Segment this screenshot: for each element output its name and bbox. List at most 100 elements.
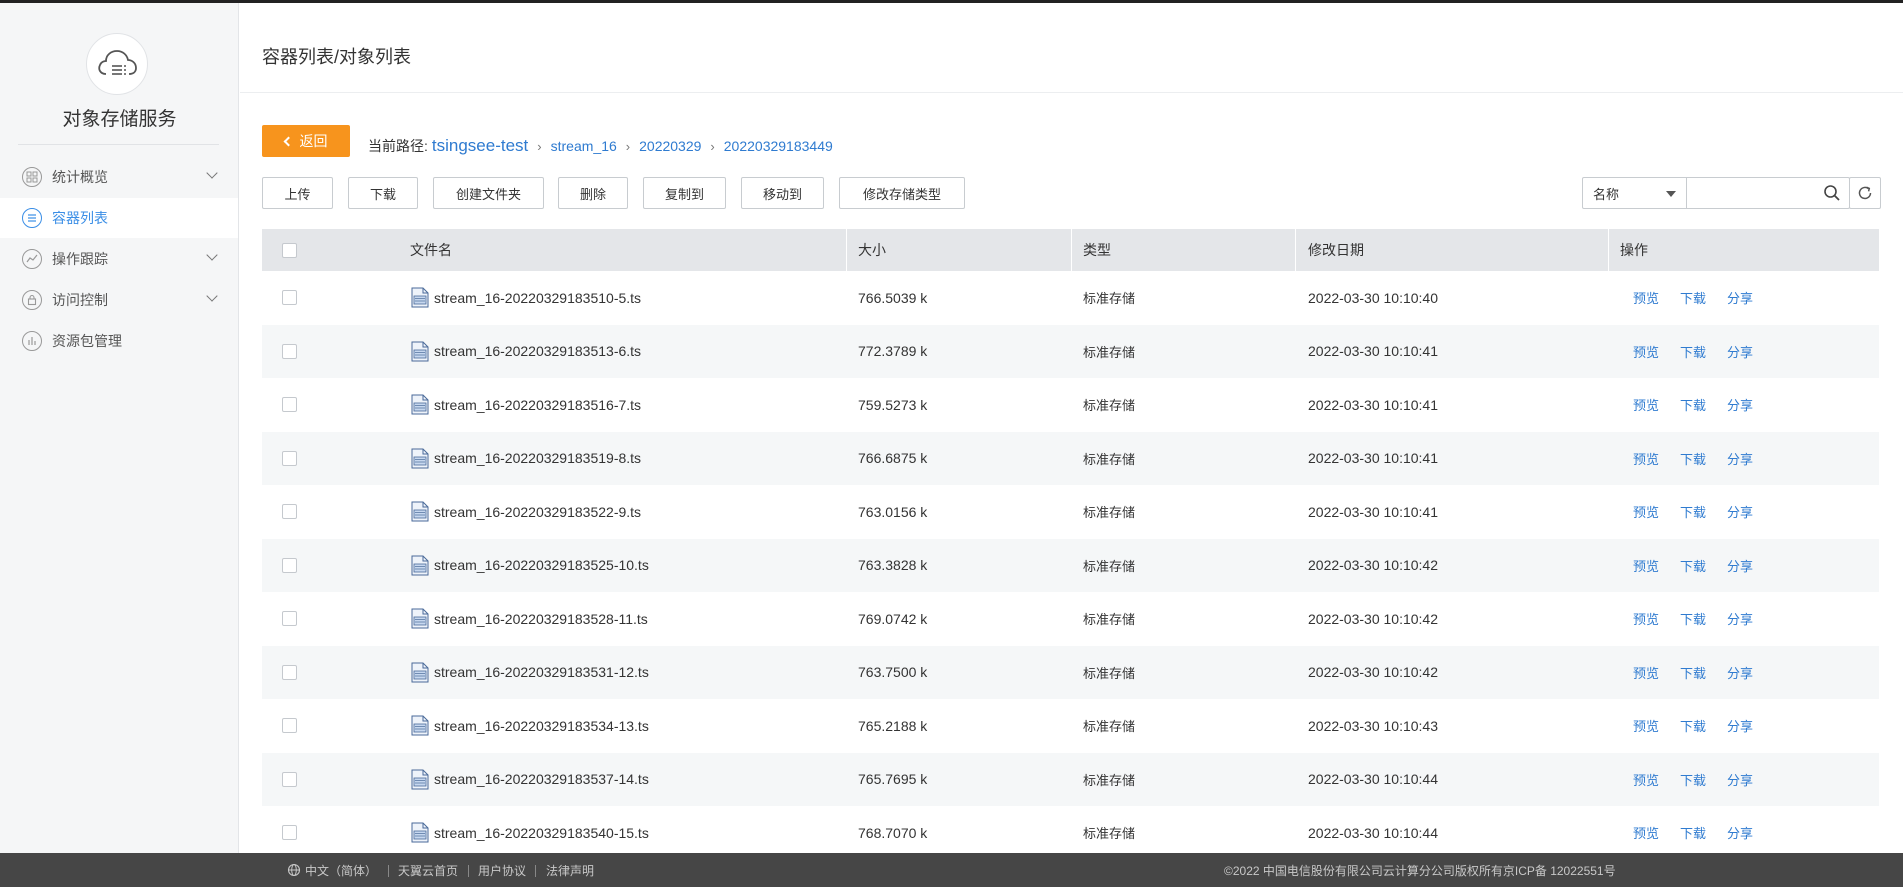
row-checkbox[interactable] xyxy=(282,611,297,626)
breadcrumb-link[interactable]: 20220329 xyxy=(639,138,701,154)
sidebar-item-overview[interactable]: 统计概览 xyxy=(0,157,238,197)
search-input[interactable] xyxy=(1688,178,1818,208)
table-row[interactable]: stream_16-20220329183531-12.ts 763.7500 k… xyxy=(262,645,1879,699)
preview-link[interactable]: 预览 xyxy=(1633,342,1659,361)
sidebar-item-trace[interactable]: 操作跟踪 xyxy=(0,239,238,279)
download-link[interactable]: 下载 xyxy=(1680,502,1706,521)
search-field-select[interactable]: 名称 xyxy=(1583,178,1687,208)
upload-button[interactable]: 上传 xyxy=(262,177,333,209)
share-link[interactable]: 分享 xyxy=(1727,342,1753,361)
share-link[interactable]: 分享 xyxy=(1727,556,1753,575)
download-button[interactable]: 下载 xyxy=(348,177,418,209)
row-checkbox[interactable] xyxy=(282,504,297,519)
back-button[interactable]: 返回 xyxy=(262,125,350,157)
table-row[interactable]: stream_16-20220329183537-14.ts 765.7695 k… xyxy=(262,752,1879,806)
table-row[interactable]: stream_16-20220329183516-7.ts 759.5273 k 标… xyxy=(262,378,1879,431)
copy-to-button[interactable]: 复制到 xyxy=(643,177,726,209)
footer-link-legal[interactable]: 法律声明 xyxy=(546,853,594,887)
change-storage-type-button[interactable]: 修改存储类型 xyxy=(839,177,965,209)
download-link[interactable]: 下载 xyxy=(1680,770,1706,789)
preview-link[interactable]: 预览 xyxy=(1633,770,1659,789)
file-icon xyxy=(411,394,429,415)
table-row[interactable]: stream_16-20220329183522-9.ts 763.0156 k 标… xyxy=(262,485,1879,538)
download-link[interactable]: 下载 xyxy=(1680,663,1706,682)
download-link[interactable]: 下载 xyxy=(1680,449,1706,468)
table-row[interactable]: stream_16-20220329183510-5.ts 766.5039 k 标… xyxy=(262,271,1879,324)
share-link[interactable]: 分享 xyxy=(1727,609,1753,628)
download-link[interactable]: 下载 xyxy=(1680,823,1706,842)
table-row[interactable]: stream_16-20220329183528-11.ts 769.0742 k… xyxy=(262,592,1879,645)
share-link[interactable]: 分享 xyxy=(1727,502,1753,521)
file-name-cell[interactable]: stream_16-20220329183537-14.ts xyxy=(410,753,649,806)
sidebar-item-packages[interactable]: 资源包管理 xyxy=(0,321,238,361)
preview-link[interactable]: 预览 xyxy=(1633,449,1659,468)
download-link[interactable]: 下载 xyxy=(1680,395,1706,414)
file-name-cell[interactable]: stream_16-20220329183528-11.ts xyxy=(410,592,648,645)
download-link[interactable]: 下载 xyxy=(1680,609,1706,628)
select-all-checkbox[interactable] xyxy=(282,242,297,258)
table-row[interactable]: stream_16-20220329183519-8.ts 766.6875 k 标… xyxy=(262,431,1879,485)
create-folder-button[interactable]: 创建文件夹 xyxy=(433,177,544,209)
download-link[interactable]: 下载 xyxy=(1680,342,1706,361)
sidebar-item-containers[interactable]: 容器列表 xyxy=(0,198,238,238)
preview-link[interactable]: 预览 xyxy=(1633,716,1659,735)
row-checkbox[interactable] xyxy=(282,450,297,466)
row-checkbox[interactable] xyxy=(282,290,297,305)
column-header-size[interactable]: 大小 xyxy=(858,229,886,271)
row-checkbox[interactable] xyxy=(282,718,297,733)
row-checkbox[interactable] xyxy=(282,557,297,573)
preview-link[interactable]: 预览 xyxy=(1633,288,1659,307)
share-link[interactable]: 分享 xyxy=(1727,823,1753,842)
download-link[interactable]: 下载 xyxy=(1680,716,1706,735)
file-name-cell[interactable]: stream_16-20220329183510-5.ts xyxy=(410,271,641,324)
footer-link-home[interactable]: 天翼云首页 xyxy=(398,853,458,887)
row-checkbox[interactable] xyxy=(282,825,297,840)
column-header-name[interactable]: 文件名 xyxy=(410,229,452,271)
preview-link[interactable]: 预览 xyxy=(1633,502,1659,521)
file-name-cell[interactable]: stream_16-20220329183522-9.ts xyxy=(410,485,641,538)
breadcrumb-root-link[interactable]: tsingsee-test xyxy=(432,136,528,156)
row-checkbox[interactable] xyxy=(282,771,297,787)
modified-date: 2022-03-30 10:10:41 xyxy=(1308,450,1438,466)
preview-link[interactable]: 预览 xyxy=(1633,556,1659,575)
table-row[interactable]: stream_16-20220329183525-10.ts 763.3828 k… xyxy=(262,538,1879,592)
file-name-cell[interactable]: stream_16-20220329183525-10.ts xyxy=(410,539,649,592)
preview-link[interactable]: 预览 xyxy=(1633,663,1659,682)
search-icon[interactable] xyxy=(1823,184,1841,202)
column-header-modified[interactable]: 修改日期 xyxy=(1308,229,1364,271)
file-name-cell[interactable]: stream_16-20220329183540-15.ts xyxy=(410,806,649,859)
share-link[interactable]: 分享 xyxy=(1727,716,1753,735)
row-checkbox[interactable] xyxy=(282,397,297,412)
file-name-cell[interactable]: stream_16-20220329183516-7.ts xyxy=(410,378,641,431)
preview-link[interactable]: 预览 xyxy=(1633,609,1659,628)
language-switch[interactable]: 中文（简体） xyxy=(287,853,377,887)
share-link[interactable]: 分享 xyxy=(1727,449,1753,468)
row-checkbox[interactable] xyxy=(282,664,297,680)
breadcrumb-link[interactable]: stream_16 xyxy=(551,138,617,154)
download-link[interactable]: 下载 xyxy=(1680,288,1706,307)
sidebar-item-access-control[interactable]: 访问控制 xyxy=(0,280,238,320)
delete-button[interactable]: 删除 xyxy=(558,177,628,209)
file-name-cell[interactable]: stream_16-20220329183531-12.ts xyxy=(410,646,649,699)
table-row[interactable]: stream_16-20220329183534-13.ts 765.2188 k… xyxy=(262,699,1879,752)
footer-link-agreement[interactable]: 用户协议 xyxy=(478,853,526,887)
row-select-cell xyxy=(282,432,297,485)
refresh-button[interactable] xyxy=(1849,177,1881,209)
share-link[interactable]: 分享 xyxy=(1727,663,1753,682)
preview-link[interactable]: 预览 xyxy=(1633,823,1659,842)
table-row[interactable]: stream_16-20220329183513-6.ts 772.3789 k 标… xyxy=(262,324,1879,378)
file-name-cell[interactable]: stream_16-20220329183513-6.ts xyxy=(410,325,641,378)
share-link[interactable]: 分享 xyxy=(1727,770,1753,789)
row-actions: 预览 下载 分享 xyxy=(1633,592,1774,645)
share-link[interactable]: 分享 xyxy=(1727,395,1753,414)
breadcrumb-link[interactable]: 20220329183449 xyxy=(724,138,833,154)
move-to-button[interactable]: 移动到 xyxy=(741,177,824,209)
preview-link[interactable]: 预览 xyxy=(1633,395,1659,414)
share-link[interactable]: 分享 xyxy=(1727,288,1753,307)
table-row[interactable]: stream_16-20220329183540-15.ts 768.7070 k… xyxy=(262,806,1879,859)
row-checkbox[interactable] xyxy=(282,343,297,359)
download-link[interactable]: 下载 xyxy=(1680,556,1706,575)
file-name-cell[interactable]: stream_16-20220329183519-8.ts xyxy=(410,432,641,485)
file-name-cell[interactable]: stream_16-20220329183534-13.ts xyxy=(410,699,649,752)
column-header-type[interactable]: 类型 xyxy=(1083,229,1111,271)
